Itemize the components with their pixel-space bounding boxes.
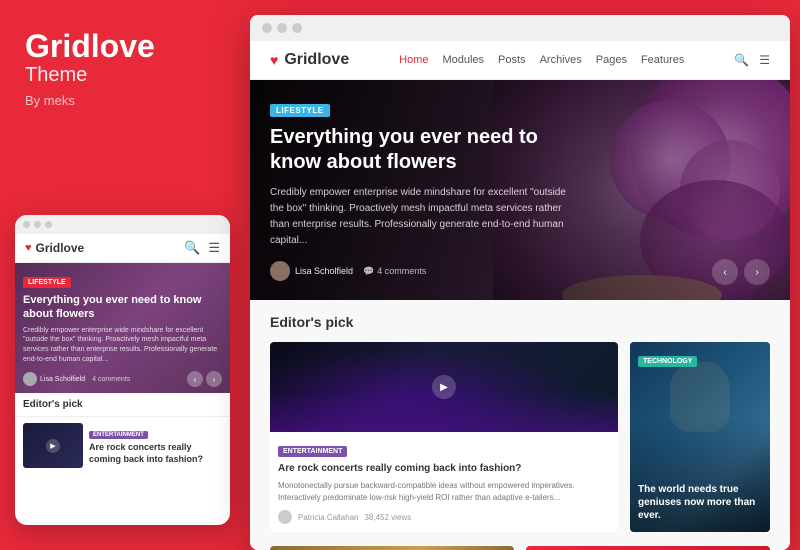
editors-grid: ▶ ENTERTAINMENT Are rock concerts really… [270,342,770,532]
brand-subtitle: Theme [25,64,220,87]
mobile-lifestyle-badge: LIFESTYLE [23,277,71,288]
nav-modules[interactable]: Modules [442,54,484,66]
menu-icon[interactable]: ☰ [208,240,220,256]
mobile-prev-arrow[interactable]: ‹ [187,371,203,387]
search-icon[interactable]: 🔍 [734,53,749,67]
concert-author: Patricia Callahan [298,513,358,522]
mobile-card-content: ENTERTAINMENT Are rock concerts really c… [89,423,222,468]
search-icon[interactable]: 🔍 [184,240,200,256]
site-nav: Home Modules Posts Archives Pages Featur… [399,54,684,66]
hero-author-name: Lisa Scholfield [295,266,353,276]
brand-by: By meks [25,93,220,108]
dot-2 [34,221,41,228]
logo-text: Gridlove [284,51,349,69]
browser-dot-1 [262,23,272,33]
genius-badge-container: TECHNOLOGY [638,350,697,372]
hero-nav-arrows: ‹ › [712,259,770,285]
bottom-card-featured: TECHNOLOGY TRAVEL Does a blog post look … [270,546,514,550]
mobile-logo-text: Gridlove [36,241,85,255]
concert-play-btn[interactable]: ▶ [432,375,456,399]
mobile-hero: LIFESTYLE Everything you ever need to kn… [15,263,230,393]
concert-badge: ENTERTAINMENT [278,446,347,457]
mobile-hero-footer: Lisa Scholfield 4 comments ‹ › [23,371,222,387]
editor-card-genius: TECHNOLOGY The world needs true geniuses… [630,342,770,532]
genius-badge: TECHNOLOGY [638,356,697,367]
mobile-arrows: ‹ › [187,371,222,387]
hero-meta: Lisa Scholfield 💬 4 comments [270,261,567,281]
mobile-browser-bar [15,215,230,234]
dot-3 [45,221,52,228]
concert-excerpt: Monotonectally pursue backward-compatibl… [278,480,610,504]
mobile-card-img: ▶ [23,423,83,468]
lifestyle-image [270,546,514,550]
concert-image: ▶ [270,342,618,432]
nav-archives[interactable]: Archives [540,54,582,66]
nav-pages[interactable]: Pages [596,54,627,66]
mobile-hero-title: Everything you ever need to know about f… [23,293,222,322]
concert-views: 38,452 views [364,513,411,522]
hero-author: Lisa Scholfield [270,261,353,281]
concert-card-body: ENTERTAINMENT Are rock concerts really c… [270,432,618,532]
comment-icon: 💬 [363,266,374,277]
left-panel: Gridlove Theme By meks ♥ Gridlove 🔍 ☰ LI… [0,0,245,550]
main-browser: ♥ Gridlove Home Modules Posts Archives P… [250,15,790,550]
mobile-editors-pick: Editor's pick [15,393,230,417]
mobile-avatar [23,372,37,386]
mobile-logo: ♥ Gridlove [25,241,84,255]
concert-author-avatar [278,510,292,524]
hero-prev-arrow[interactable]: ‹ [712,259,738,285]
genius-title: The world needs true geniuses now more t… [638,483,762,522]
brand-name: Gridlove [25,30,220,62]
browser-bar [250,15,790,41]
browser-dot-3 [292,23,302,33]
hero-excerpt: Credibly empower enterprise wide mindsha… [270,185,567,249]
nav-posts[interactable]: Posts [498,54,526,66]
mobile-next-arrow[interactable]: › [206,371,222,387]
site-logo: ♥ Gridlove [270,51,349,69]
concert-title: Are rock concerts really coming back int… [278,462,610,475]
logo-heart-icon: ♥ [270,52,278,68]
menu-icon[interactable]: ☰ [759,53,770,67]
nav-features[interactable]: Features [641,54,684,66]
hero-content: LIFESTYLE Everything you ever need to kn… [270,100,567,281]
monetize-image: AD MONETIZE YOUR WEBSITE [526,546,770,550]
heart-icon: ♥ [25,242,32,254]
hero-badge: LIFESTYLE [270,104,330,117]
hero-title: Everything you ever need to know about f… [270,125,567,175]
site-header: ♥ Gridlove Home Modules Posts Archives P… [250,41,790,80]
mobile-hero-excerpt: Credibly empower enterprise wide mindsha… [23,326,222,365]
mobile-card-title: Are rock concerts really coming back int… [89,442,222,465]
mobile-mockup: ♥ Gridlove 🔍 ☰ LIFESTYLE Everything you … [15,215,230,525]
mobile-comments: 4 comments [92,376,130,383]
bottom-grid: TECHNOLOGY TRAVEL Does a blog post look … [250,546,790,550]
mobile-header-icons: 🔍 ☰ [184,240,220,256]
mobile-card-badge: ENTERTAINMENT [89,431,148,439]
hero-comments: 💬 4 comments [363,266,426,277]
dot-1 [23,221,30,228]
mobile-bottom-card: ▶ ENTERTAINMENT Are rock concerts really… [15,417,230,474]
editors-section: Editor's pick ▶ ENTERTAINMENT Are rock c… [250,300,790,546]
nav-home[interactable]: Home [399,54,428,66]
hero-section: LIFESTYLE Everything you ever need to kn… [250,80,790,300]
mobile-header: ♥ Gridlove 🔍 ☰ [15,234,230,263]
mobile-play-button[interactable]: ▶ [46,439,60,453]
nav-icons: 🔍 ☰ [734,53,770,67]
bottom-card-monetize: AD MONETIZE YOUR WEBSITE [526,546,770,550]
hero-next-arrow[interactable]: › [744,259,770,285]
editors-pick-title: Editor's pick [270,314,770,330]
hero-comments-count: 4 comments [377,266,426,276]
concert-meta: Patricia Callahan 38,452 views [278,510,610,524]
browser-dot-2 [277,23,287,33]
editor-card-concert: ▶ ENTERTAINMENT Are rock concerts really… [270,342,618,532]
hero-avatar [270,261,290,281]
mobile-author-name: Lisa Scholfield [40,376,85,383]
mobile-author: Lisa Scholfield 4 comments [23,372,130,386]
